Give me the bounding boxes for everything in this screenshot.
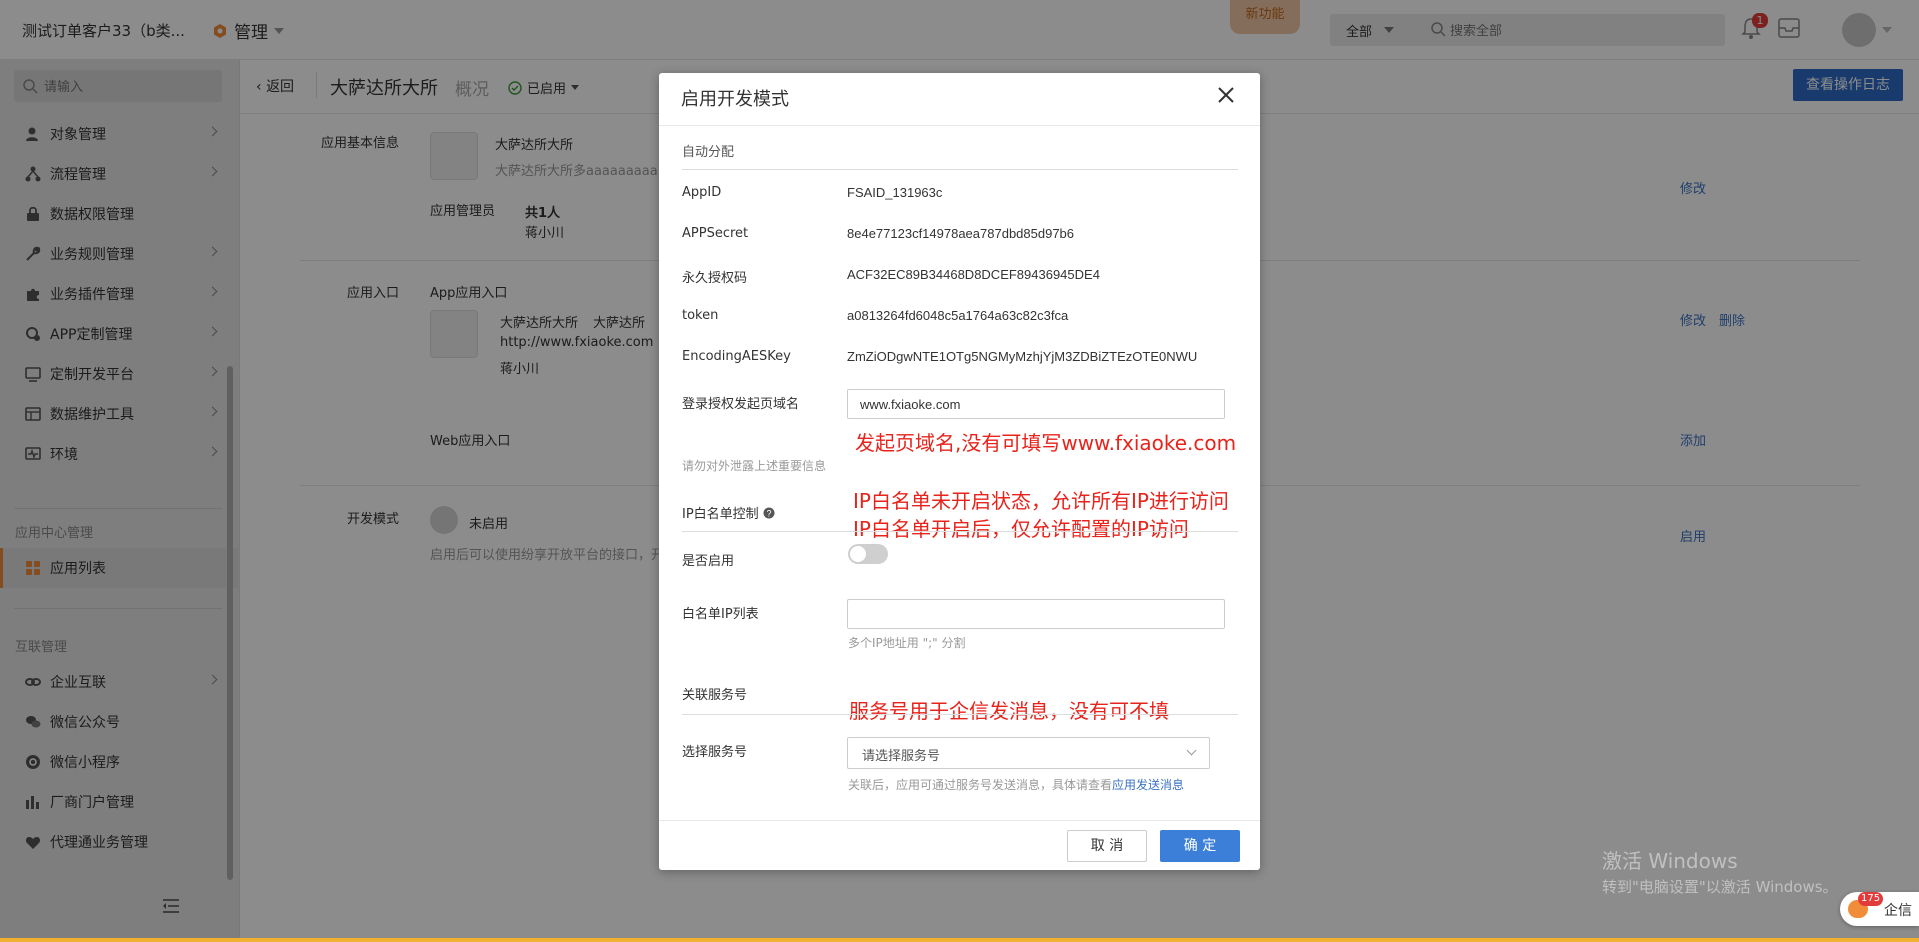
enable-whitelist-toggle[interactable]	[848, 544, 888, 564]
divider	[682, 714, 1238, 715]
confirm-button[interactable]: 确 定	[1160, 830, 1240, 862]
chevron-down-icon	[1186, 745, 1197, 756]
annotation-ip-line1: IP白名单未开启状态，允许所有IP进行访问	[853, 489, 1229, 513]
field-label-token: token	[682, 308, 719, 323]
field-value-token: a0813264fd6048c5a1764a63c82c3fca	[847, 308, 1069, 323]
windows-activation-watermark: 激活 Windows 转到"电脑设置"以激活 Windows。	[1602, 845, 1838, 897]
divider	[682, 169, 1238, 170]
send-message-link[interactable]: 应用发送消息	[1112, 778, 1184, 792]
whitelist-ip-input[interactable]	[847, 599, 1225, 629]
whitelist-hint: 多个IP地址用 ";" 分割	[848, 636, 966, 650]
watermark-line1: 激活 Windows	[1602, 849, 1738, 873]
help-icon[interactable]: ?	[763, 507, 775, 519]
qixin-chat-button[interactable]: 175 企信	[1840, 892, 1919, 926]
ip-section-label: IP白名单控制	[682, 507, 759, 522]
dialog-title: 启用开发模式	[681, 89, 789, 110]
divider	[682, 531, 1238, 532]
section-auto-assign: 自动分配	[682, 145, 735, 160]
whitelist-label: 白名单IP列表	[682, 607, 759, 622]
field-value-permanent-code: ACF32EC89B34468D8DCEF89436945DE4	[847, 267, 1100, 282]
divider	[659, 125, 1260, 126]
annotation-domain: 发起页域名,没有可填写www.fxiaoke.com	[855, 431, 1237, 455]
watermark-line2: 转到"电脑设置"以激活 Windows。	[1602, 878, 1838, 896]
service-hint: 关联后，应用可通过服务号发送消息，具体请查看应用发送消息	[848, 776, 1184, 793]
cancel-button[interactable]: 取 消	[1067, 830, 1147, 862]
domain-label: 登录授权发起页域名	[682, 397, 800, 412]
section-ip-whitelist: IP白名单控制 ?	[682, 503, 775, 522]
annotation-ip-line2: IP白名单开启后，仅允许配置的IP访问	[853, 517, 1189, 541]
enable-label: 是否启用	[682, 554, 735, 569]
section-service-account: 关联服务号	[682, 688, 748, 703]
qixin-badge: 175	[1858, 892, 1884, 906]
divider	[659, 820, 1260, 821]
close-icon[interactable]	[1216, 85, 1236, 105]
service-hint-text: 关联后，应用可通过服务号发送消息，具体请查看	[848, 778, 1113, 792]
security-warning: 请勿对外泄露上述重要信息	[682, 459, 827, 473]
taskbar-strip	[0, 938, 1919, 942]
field-label-appsecret: APPSecret	[682, 226, 749, 241]
field-value-appid: FSAID_131963c	[847, 185, 943, 200]
domain-input[interactable]	[847, 389, 1225, 419]
svg-text:?: ?	[766, 509, 771, 519]
annotation-service: 服务号用于企信发消息，没有可不填	[849, 699, 1169, 723]
field-value-aeskey: ZmZiODgwNTE1OTg5NGMyMzhjYjM3ZDBiZTEzOTE0…	[847, 349, 1198, 364]
qixin-label: 企信	[1884, 903, 1912, 919]
dev-mode-dialog: 启用开发模式 自动分配 AppID FSAID_131963c APPSecre…	[659, 73, 1260, 870]
select-service-label: 选择服务号	[682, 745, 748, 760]
select-placeholder: 请选择服务号	[862, 749, 941, 764]
field-label-aeskey: EncodingAESKey	[682, 349, 791, 364]
field-value-appsecret: 8e4e77123cf14978aea787dbd85d97b6	[847, 226, 1075, 241]
field-label-appid: AppID	[682, 185, 722, 200]
field-label-permanent-code: 永久授权码	[682, 271, 748, 286]
service-account-select[interactable]: 请选择服务号	[847, 737, 1210, 769]
